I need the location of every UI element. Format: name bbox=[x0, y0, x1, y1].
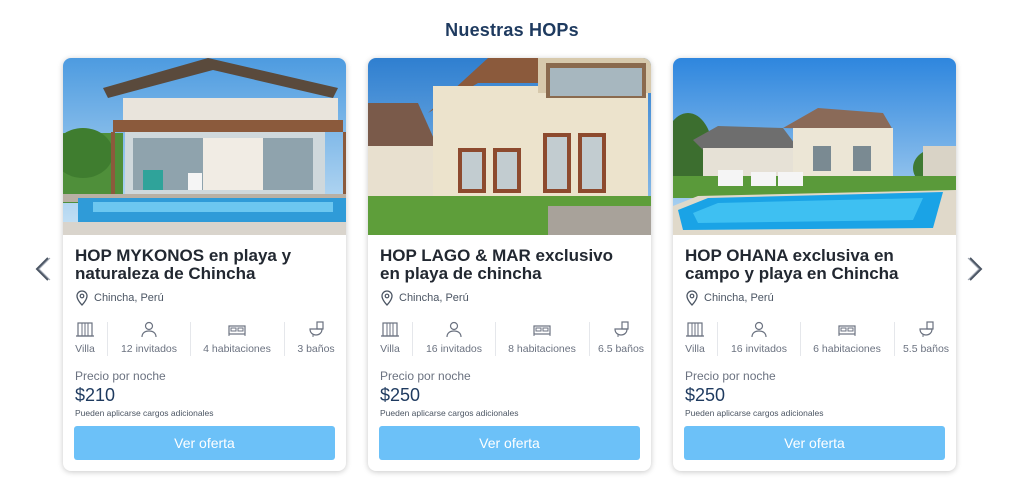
toilet-icon bbox=[309, 321, 324, 337]
user-icon bbox=[446, 321, 462, 338]
feature-type: Villa bbox=[372, 320, 408, 358]
property-card[interactable]: HOP LAGO & MAR exclusivo en playa de chi… bbox=[368, 58, 651, 471]
location: Chincha, Perú bbox=[380, 290, 469, 306]
feature-guests: 16 invitados bbox=[723, 320, 795, 358]
carousel-next-button[interactable] bbox=[965, 256, 985, 282]
location-text: Chincha, Perú bbox=[399, 292, 469, 304]
bed-icon bbox=[228, 325, 246, 336]
price-value: $250 bbox=[685, 385, 726, 405]
feature-baths: 3 baños bbox=[290, 320, 342, 358]
building-icon bbox=[76, 322, 94, 337]
user-icon bbox=[751, 321, 767, 338]
price-label: Precio por noche bbox=[380, 369, 471, 383]
property-photo[interactable] bbox=[368, 58, 651, 235]
property-title[interactable]: HOP MYKONOS en playa y naturaleza de Chi… bbox=[75, 247, 337, 283]
carousel-prev-button[interactable] bbox=[33, 256, 53, 282]
view-offer-button[interactable]: Ver oferta bbox=[379, 426, 640, 460]
feature-rooms: 4 habitaciones bbox=[195, 320, 279, 358]
map-pin-icon bbox=[686, 290, 698, 306]
bed-icon bbox=[533, 325, 551, 336]
map-pin-icon bbox=[381, 290, 393, 306]
location: Chincha, Perú bbox=[685, 290, 774, 306]
feature-guests: 16 invitados bbox=[418, 320, 490, 358]
price-label: Precio por noche bbox=[75, 369, 166, 383]
location: Chincha, Perú bbox=[75, 290, 164, 306]
feature-baths: 5.5 baños bbox=[900, 320, 952, 358]
property-card[interactable]: HOP MYKONOS en playa y naturaleza de Chi… bbox=[63, 58, 346, 471]
feature-type: Villa bbox=[67, 320, 103, 358]
building-icon bbox=[381, 322, 399, 337]
property-photo[interactable] bbox=[63, 58, 346, 235]
feature-guests: 12 invitados bbox=[113, 320, 185, 358]
user-icon bbox=[141, 321, 157, 338]
toilet-icon bbox=[614, 321, 629, 337]
feature-rooms: 6 habitaciones bbox=[805, 320, 889, 358]
price-note: Pueden aplicarse cargos adicionales bbox=[75, 408, 214, 418]
property-card[interactable]: HOP OHANA exclusiva en campo y playa en … bbox=[673, 58, 956, 471]
location-text: Chincha, Perú bbox=[704, 292, 774, 304]
chevron-right-icon bbox=[967, 257, 983, 281]
view-offer-button[interactable]: Ver oferta bbox=[74, 426, 335, 460]
property-photo[interactable] bbox=[673, 58, 956, 235]
price-value: $250 bbox=[380, 385, 421, 405]
property-title[interactable]: HOP OHANA exclusiva en campo y playa en … bbox=[685, 247, 947, 283]
view-offer-button[interactable]: Ver oferta bbox=[684, 426, 945, 460]
feature-type: Villa bbox=[677, 320, 713, 358]
feature-rooms: 8 habitaciones bbox=[500, 320, 584, 358]
features-row: Villa 16 invitados 6 habitaciones 5.5 ba… bbox=[673, 320, 956, 358]
features-row: Villa 16 invitados 8 habitaciones 6.5 ba… bbox=[368, 320, 651, 358]
price-label: Precio por noche bbox=[685, 369, 776, 383]
chevron-left-icon bbox=[35, 257, 51, 281]
toilet-icon bbox=[919, 321, 934, 337]
section-title: Nuestras HOPs bbox=[445, 20, 579, 40]
map-pin-icon bbox=[76, 290, 88, 306]
property-title[interactable]: HOP LAGO & MAR exclusivo en playa de chi… bbox=[380, 247, 642, 283]
features-row: Villa 12 invitados 4 habitaciones 3 baño… bbox=[63, 320, 346, 358]
price-value: $210 bbox=[75, 385, 116, 405]
building-icon bbox=[686, 322, 704, 337]
bed-icon bbox=[838, 325, 856, 336]
feature-baths: 6.5 baños bbox=[595, 320, 647, 358]
price-note: Pueden aplicarse cargos adicionales bbox=[685, 408, 824, 418]
price-note: Pueden aplicarse cargos adicionales bbox=[380, 408, 519, 418]
location-text: Chincha, Perú bbox=[94, 292, 164, 304]
